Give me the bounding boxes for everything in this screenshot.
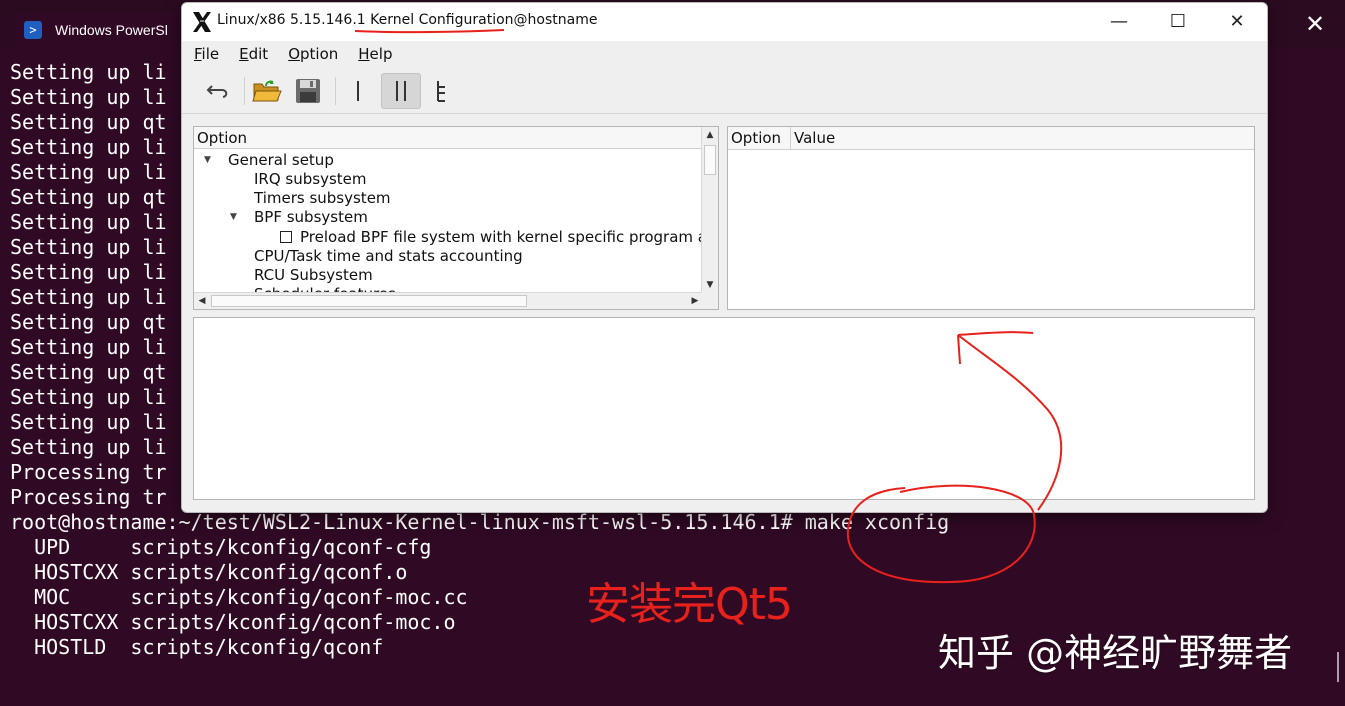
- option-column-header[interactable]: Option: [194, 127, 702, 149]
- menu-file[interactable]: File: [182, 41, 227, 67]
- toolbar-separator: [335, 77, 336, 105]
- expand-arrow-icon[interactable]: ▼: [204, 151, 216, 170]
- menu-option[interactable]: Option: [276, 41, 346, 67]
- option-checkbox[interactable]: [280, 230, 292, 243]
- window-title-prefix: Linux/x86 5.15.146.1: [217, 12, 371, 28]
- terminal-line: root@hostname:~/test/WSL2-Linux-Kernel-l…: [10, 510, 950, 534]
- terminal-tab[interactable]: > Windows PowerShell: [14, 12, 184, 48]
- terminal-tab-label: Windows PowerShell: [55, 22, 167, 38]
- single-view-button[interactable]: [340, 73, 376, 109]
- horizontal-scroll-thumb[interactable]: [211, 295, 527, 307]
- expand-arrow-icon[interactable]: ▼: [230, 208, 242, 227]
- terminal-line: UPD scripts/kconfig/qconf-cfg: [10, 535, 432, 559]
- save-icon: [296, 79, 320, 103]
- maximize-button[interactable]: ☐: [1149, 3, 1207, 41]
- split-view-icon: [396, 81, 406, 101]
- value-column-label[interactable]: Value: [794, 127, 835, 149]
- scroll-down-arrow-icon[interactable]: ▼: [702, 277, 718, 293]
- option-tree-row[interactable]: ▼ General setup: [204, 151, 334, 170]
- toolbar: [182, 69, 1267, 114]
- full-view-button[interactable]: [424, 73, 460, 109]
- terminal-line: HOSTLD scripts/kconfig/qconf: [10, 635, 384, 659]
- option-tree-row[interactable]: IRQ subsystem: [230, 170, 367, 189]
- help-text-panel[interactable]: [193, 317, 1255, 500]
- scrollbar-corner: [701, 292, 718, 309]
- option-tree-row[interactable]: Preload BPF file system with kernel spec…: [256, 228, 702, 247]
- terminal-line: MOC scripts/kconfig/qconf-moc.cc: [10, 585, 468, 609]
- option-column-label[interactable]: Option: [731, 127, 781, 149]
- option-label: General setup: [228, 151, 334, 169]
- load-button[interactable]: [249, 73, 285, 109]
- scroll-left-arrow-icon[interactable]: ◀: [194, 293, 210, 309]
- xconfig-titlebar[interactable]: Linux/x86 5.15.146.1 Kernel Configuratio…: [182, 3, 1267, 41]
- option-label: RCU Subsystem: [254, 266, 373, 284]
- open-folder-icon: [252, 80, 282, 102]
- terminal-line: HOSTCXX scripts/kconfig/qconf-moc.o: [10, 610, 456, 634]
- option-label: Preload BPF file system with kernel spec…: [300, 228, 702, 246]
- close-button[interactable]: ✕: [1208, 3, 1266, 41]
- back-button[interactable]: [200, 73, 236, 109]
- menu-help[interactable]: Help: [346, 41, 400, 67]
- menu-edit[interactable]: Edit: [227, 41, 276, 67]
- option-label: IRQ subsystem: [254, 170, 367, 188]
- annotation-caption: 安装完Qt5: [586, 579, 793, 630]
- option-label: Timers subsystem: [254, 189, 391, 207]
- terminal-scrollbar[interactable]: [1337, 652, 1339, 682]
- back-icon: [206, 85, 228, 98]
- option-tree-row[interactable]: ▼ BPF subsystem: [230, 208, 368, 227]
- scroll-up-arrow-icon[interactable]: ▲: [702, 127, 718, 143]
- value-panel-header: Option Value: [728, 127, 1254, 150]
- x11-app-icon: [193, 12, 211, 32]
- toolbar-separator: [244, 77, 245, 105]
- option-tree-row[interactable]: RCU Subsystem: [230, 266, 373, 285]
- option-value-panel: Option Value: [727, 126, 1255, 310]
- window-title-highlight: Kernel Configuration@hostname: [370, 12, 598, 28]
- powershell-icon: >: [24, 21, 42, 39]
- zhihu-watermark: 知乎 @神经旷野舞者: [938, 631, 1293, 675]
- option-tree-horizontal-scrollbar[interactable]: ◀ ▶: [194, 292, 703, 309]
- column-divider[interactable]: [790, 127, 791, 149]
- option-tree-vertical-scrollbar[interactable]: ▲ ▼: [701, 127, 718, 293]
- vertical-scroll-thumb[interactable]: [704, 145, 716, 175]
- option-tree-row[interactable]: Timers subsystem: [230, 189, 391, 208]
- option-label: CPU/Task time and stats accounting: [254, 247, 523, 265]
- save-button[interactable]: [290, 73, 326, 109]
- terminal-close-button[interactable]: ✕: [1295, 6, 1335, 42]
- single-view-icon: [357, 81, 359, 101]
- option-tree-panel: Option ▼ General setup IRQ subsystem Timers…: [193, 126, 719, 310]
- window-title: Linux/x86 5.15.146.1 Kernel Configuratio…: [217, 12, 597, 28]
- minimize-button[interactable]: —: [1090, 3, 1148, 41]
- terminal-line: HOSTCXX scripts/kconfig/qconf.o: [10, 560, 408, 584]
- option-tree-row[interactable]: CPU/Task time and stats accounting: [230, 247, 523, 266]
- menubar: File Edit Option Help: [182, 41, 1267, 67]
- full-view-icon: [437, 81, 445, 102]
- split-view-button[interactable]: [381, 73, 421, 109]
- option-label: BPF subsystem: [254, 208, 368, 226]
- option-tree: ▼ General setup IRQ subsystem Timers subsys…: [194, 151, 702, 293]
- xconfig-window: Linux/x86 5.15.146.1 Kernel Configuratio…: [181, 2, 1268, 513]
